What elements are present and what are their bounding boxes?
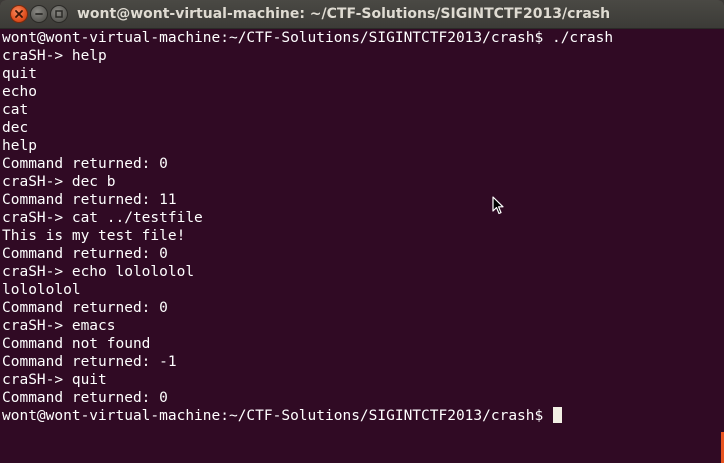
terminal-line: Command returned: 0 (2, 156, 168, 172)
terminal-line: lolololol (2, 282, 81, 298)
terminal-line: Command returned: 0 (2, 390, 168, 406)
terminal-line: Command returned: -1 (2, 354, 177, 370)
maximize-button[interactable] (50, 5, 68, 23)
maximize-icon (55, 10, 63, 18)
terminal-line: dec (2, 120, 29, 136)
minimize-icon (35, 13, 43, 15)
prompt-line[interactable]: wont@wont-virtual-machine:~/CTF-Solution… (2, 407, 724, 425)
terminal-line: craSH-> echo lolololol (2, 264, 195, 280)
text-cursor (552, 407, 562, 423)
terminal-line: cat (2, 102, 29, 118)
minimize-button[interactable] (30, 5, 48, 23)
terminal-line: quit (2, 66, 37, 82)
terminal-line: help (2, 138, 37, 154)
title-bar[interactable]: wont@wont-virtual-machine: ~/CTF-Solutio… (0, 0, 724, 29)
terminal-output[interactable]: wont@wont-virtual-machine:~/CTF-Solution… (0, 29, 724, 463)
window-title: wont@wont-virtual-machine: ~/CTF-Solutio… (77, 6, 611, 22)
terminal-line: craSH-> cat ../testfile (2, 210, 203, 226)
terminal-line: Command returned: 11 (2, 192, 177, 208)
terminal-line: Command returned: 0 (2, 300, 168, 316)
terminal-line: craSH-> quit (2, 372, 107, 388)
close-icon (15, 10, 23, 18)
terminal-line: craSH-> emacs (2, 318, 116, 334)
terminal-line: This is my test file! (2, 228, 186, 244)
terminal-line: craSH-> dec b (2, 174, 116, 190)
terminal-line: craSH-> help (2, 48, 107, 64)
close-button[interactable] (10, 5, 28, 23)
terminal-window: wont@wont-virtual-machine: ~/CTF-Solutio… (0, 0, 724, 463)
mouse-pointer-icon (492, 196, 504, 215)
terminal-line: Command returned: 0 (2, 246, 168, 262)
shell-prompt: wont@wont-virtual-machine:~/CTF-Solution… (2, 408, 552, 424)
terminal-line: echo (2, 84, 37, 100)
terminal-line: wont@wont-virtual-machine:~/CTF-Solution… (2, 30, 614, 46)
terminal-line: Command not found (2, 336, 151, 352)
